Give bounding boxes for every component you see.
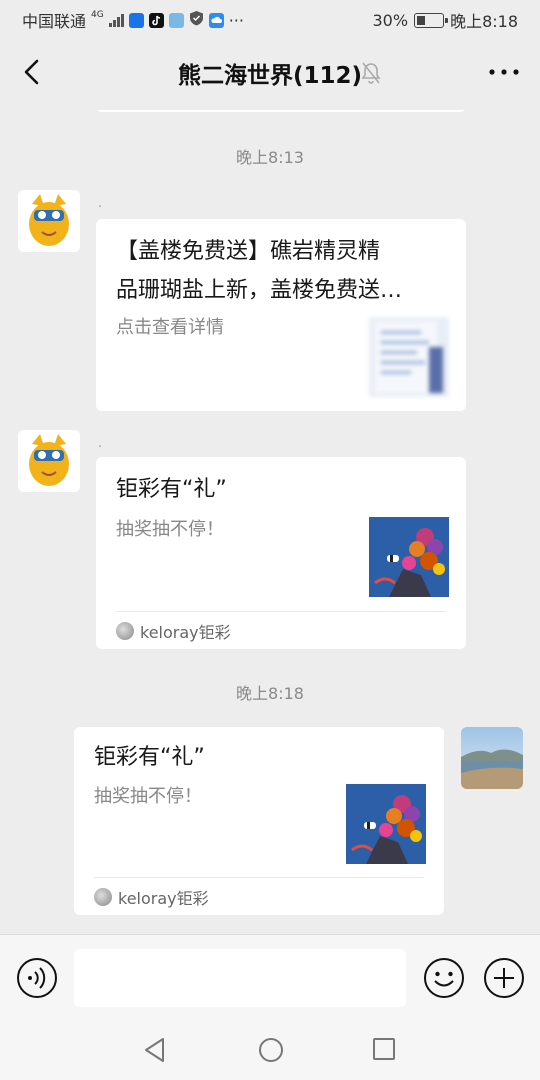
mini-card-thumbnail xyxy=(369,517,449,597)
nav-recent-button[interactable] xyxy=(372,1037,396,1065)
link-card[interactable]: 【盖楼免费送】礁岩精灵精 品珊瑚盐上新，盖楼免费送… 点击查看详情 xyxy=(96,219,466,411)
chat-title: 熊二海世界(112) xyxy=(177,63,363,89)
cloud-icon xyxy=(208,12,224,28)
my-avatar[interactable] xyxy=(461,727,523,789)
emoji-icon xyxy=(424,958,464,998)
emoji-button[interactable] xyxy=(423,957,465,1003)
source-logo-icon xyxy=(116,621,134,640)
voice-icon xyxy=(17,958,57,998)
chat-header: 熊二海世界(112) xyxy=(0,36,540,110)
mini-program-card[interactable]: 钜彩有“礼” 抽奖抽不停！ keloray钜彩 xyxy=(96,457,466,649)
link-card-title-line1: 【盖楼免费送】礁岩精灵精 xyxy=(116,239,381,264)
mute-icon xyxy=(360,61,382,89)
battery-percent: 30% xyxy=(372,10,409,30)
mini-card-thumbnail xyxy=(346,784,426,864)
mini-card-description: 抽奖抽不停！ xyxy=(116,519,224,540)
system-nav-bar xyxy=(0,1020,540,1080)
link-card-description: 点击查看详情 xyxy=(116,317,224,338)
message-input[interactable] xyxy=(74,949,406,1007)
mini-card-source: keloray钜彩 xyxy=(140,622,231,642)
link-card-thumbnail xyxy=(369,317,449,397)
carrier-name: 中国联通 xyxy=(22,12,87,31)
app-icon xyxy=(128,12,144,28)
sender-name: . xyxy=(98,196,103,211)
network-type: 4G xyxy=(91,10,104,20)
input-bar xyxy=(0,934,540,1020)
more-icon xyxy=(489,69,519,75)
nav-back-icon xyxy=(145,1038,164,1062)
mini-card-title: 钜彩有“礼” xyxy=(94,745,205,770)
mini-card-title: 钜彩有“礼” xyxy=(116,477,227,502)
link-card-title-line2: 品珊瑚盐上新，盖楼免费送… xyxy=(116,278,403,303)
mini-program-card[interactable]: 钜彩有“礼” 抽奖抽不停！ keloray钜彩 xyxy=(74,727,444,915)
plus-icon xyxy=(484,958,524,998)
message-list[interactable]: 晚上8:13 . 【盖楼免费送】礁岩精灵精 品珊瑚盐上新，盖楼免费送… 点击查看… xyxy=(0,110,540,934)
more-notifications: ··· xyxy=(228,10,244,30)
mini-card-source: keloray钜彩 xyxy=(118,888,209,908)
more-functions-button[interactable] xyxy=(483,957,525,1003)
voice-button[interactable] xyxy=(16,957,58,1003)
more-button[interactable] xyxy=(484,56,524,88)
nav-home-button[interactable] xyxy=(258,1037,284,1067)
signal-icon xyxy=(108,13,124,27)
app-icon xyxy=(168,12,184,28)
nav-back-button[interactable] xyxy=(143,1037,167,1067)
battery-icon xyxy=(414,12,449,28)
status-time: 晚上8:18 xyxy=(450,12,518,31)
mini-card-footer: keloray钜彩 xyxy=(116,611,446,649)
sender-avatar[interactable] xyxy=(18,430,80,492)
sender-name: . xyxy=(98,436,103,451)
source-logo-icon xyxy=(94,887,112,906)
previous-message-bubble[interactable] xyxy=(96,110,466,112)
nav-recent-icon xyxy=(373,1038,395,1060)
sender-avatar[interactable] xyxy=(18,190,80,252)
tiktok-icon xyxy=(148,12,164,28)
status-bar: 中国联通 4G ··· 30% 晚上8:18 xyxy=(0,0,540,36)
nav-home-icon xyxy=(259,1038,283,1062)
mini-card-description: 抽奖抽不停！ xyxy=(94,786,202,807)
mini-card-footer: keloray钜彩 xyxy=(94,877,424,915)
shield-icon xyxy=(189,10,204,30)
timestamp: 晚上8:18 xyxy=(236,684,304,703)
timestamp: 晚上8:13 xyxy=(236,148,304,167)
